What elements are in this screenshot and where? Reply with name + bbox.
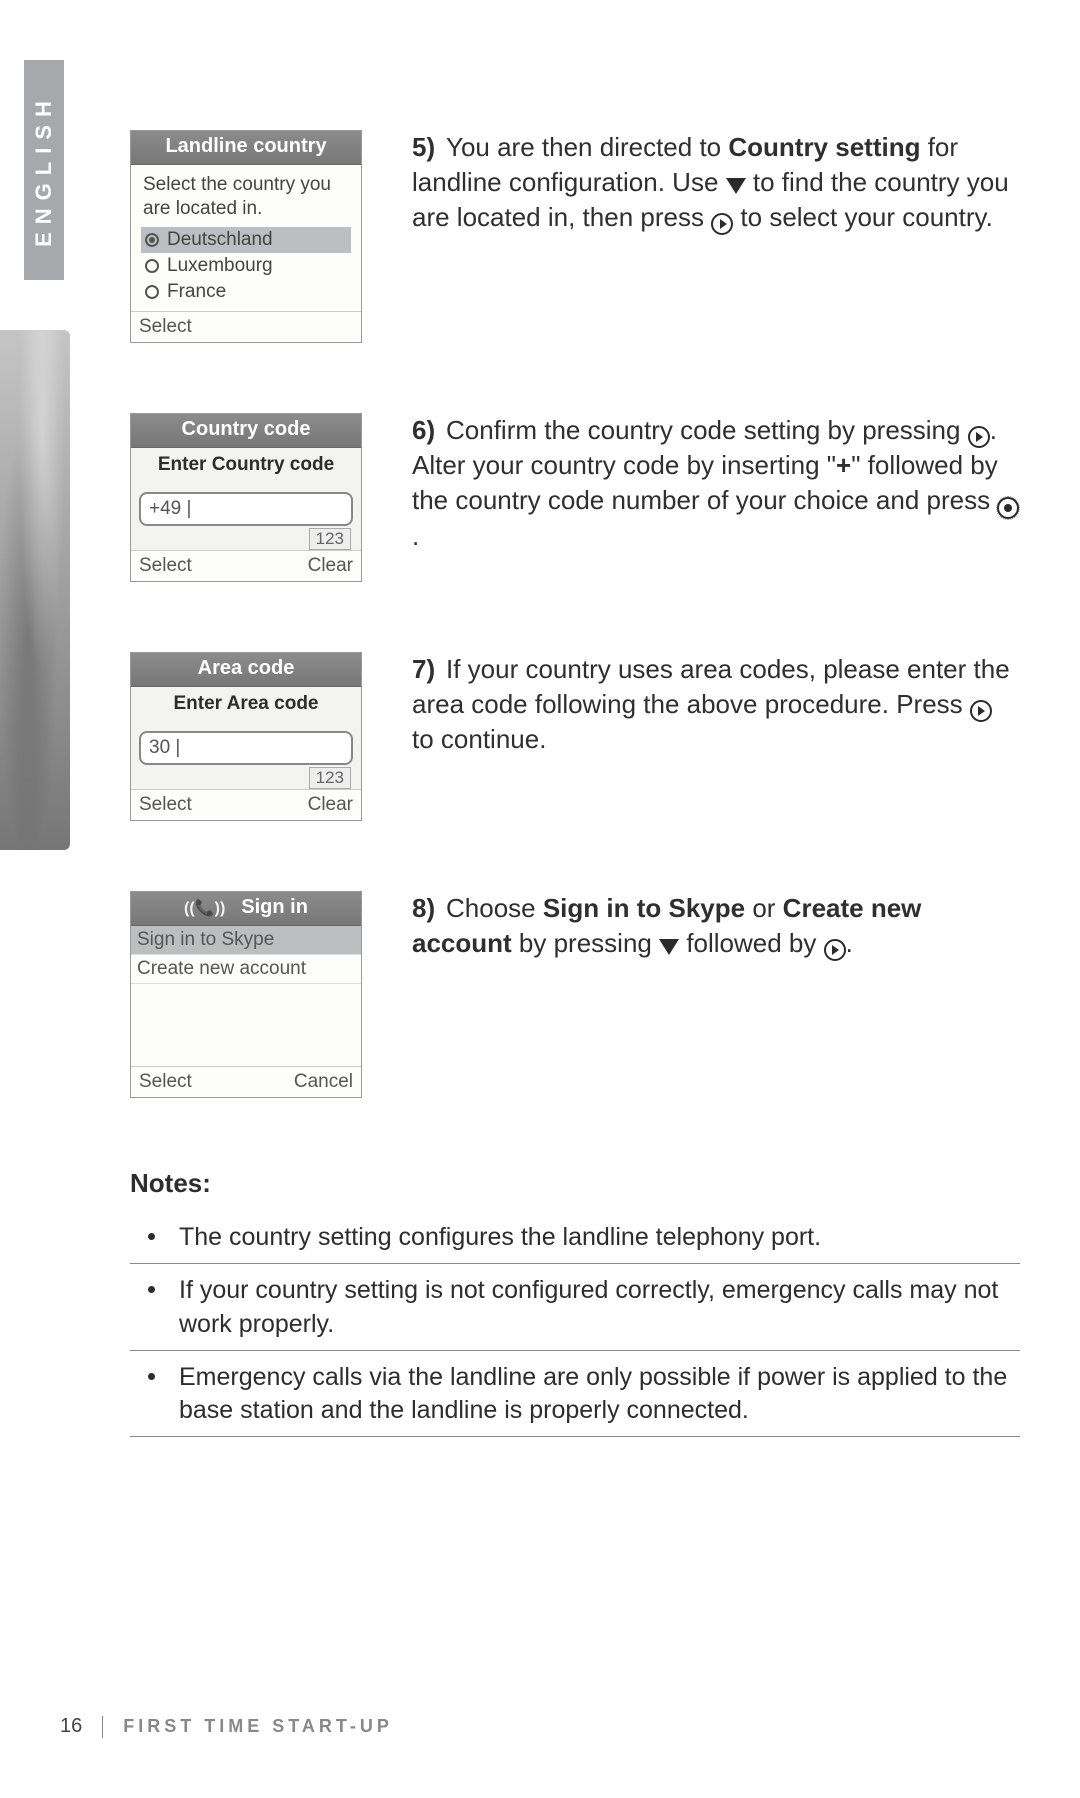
step-5-text: 5)You are then directed to Country setti…	[412, 130, 1020, 235]
step-5-row: Landline country Select the country you …	[130, 130, 1020, 343]
country-option-label: France	[167, 281, 226, 303]
country-option-label: Luxembourg	[167, 255, 273, 277]
signin-option-create[interactable]: Create new account	[131, 955, 361, 984]
step-8-text: 8)Choose Sign in to Skype or Create new …	[412, 891, 1020, 961]
country-code-input[interactable]: +49 |	[139, 492, 353, 526]
step-8-row: ((📞)) Sign in Sign in to Skype Create ne…	[130, 891, 1020, 1098]
step-7-row: Area code Enter Area code 30 | 123 Selec…	[130, 652, 1020, 821]
signin-option-skype[interactable]: Sign in to Skype	[131, 926, 361, 955]
area-code-input-wrap: 30 |	[131, 725, 361, 765]
step-number: 6)	[412, 413, 446, 448]
note-text: Emergency calls via the landline are onl…	[179, 1361, 1020, 1429]
softkey-select[interactable]: Select	[139, 316, 192, 338]
notes-section: Notes: The country setting configures th…	[130, 1168, 1020, 1437]
signin-title-bar: ((📞)) Sign in	[131, 892, 361, 926]
input-mode: 123	[131, 765, 361, 789]
decorative-photo	[0, 330, 70, 850]
country-code-title: Country code	[131, 414, 361, 448]
landline-intro: Select the country you are located in.	[139, 171, 353, 225]
radio-icon	[145, 285, 159, 299]
signin-screen: ((📞)) Sign in Sign in to Skype Create ne…	[130, 891, 362, 1098]
page-content: Landline country Select the country you …	[130, 130, 1020, 1437]
step-number: 8)	[412, 891, 446, 926]
sidebar: ENGLISH	[0, 0, 70, 1798]
down-triangle-icon	[659, 939, 679, 955]
country-radio-list: Deutschland Luxembourg France	[139, 225, 353, 307]
area-code-subtitle: Enter Area code	[131, 687, 361, 725]
note-item: The country setting configures the landl…	[130, 1211, 1020, 1264]
softkey-clear[interactable]: Clear	[308, 794, 353, 816]
notes-title: Notes:	[130, 1168, 1020, 1199]
softkey-select[interactable]: Select	[139, 1071, 192, 1093]
area-code-screen: Area code Enter Area code 30 | 123 Selec…	[130, 652, 362, 821]
country-option-label: Deutschland	[167, 229, 273, 251]
radio-icon	[145, 259, 159, 273]
nav-right-icon	[970, 700, 992, 722]
center-dot-icon	[997, 497, 1019, 519]
country-option-luxembourg[interactable]: Luxembourg	[141, 253, 351, 279]
radio-selected-icon	[145, 233, 159, 247]
language-label: ENGLISH	[31, 93, 57, 247]
note-item: Emergency calls via the landline are onl…	[130, 1351, 1020, 1438]
antenna-icon: ((📞))	[184, 898, 225, 918]
signin-softkeys: Select Cancel	[131, 1066, 361, 1097]
step-6-row: Country code Enter Country code +49 | 12…	[130, 413, 1020, 582]
note-text: The country setting configures the landl…	[179, 1221, 1020, 1255]
softkey-cancel[interactable]: Cancel	[294, 1071, 353, 1093]
bullet-icon	[148, 1233, 155, 1240]
landline-title: Landline country	[131, 131, 361, 165]
step-6-text: 6)Confirm the country code setting by pr…	[412, 413, 1020, 554]
area-code-input[interactable]: 30 |	[139, 731, 353, 765]
country-code-softkeys: Select Clear	[131, 550, 361, 581]
softkey-select[interactable]: Select	[139, 794, 192, 816]
landline-softkeys: Select	[131, 311, 361, 342]
signin-title: Sign in	[241, 896, 308, 919]
landline-body: Select the country you are located in. D…	[131, 165, 361, 311]
softkey-clear[interactable]: Clear	[308, 555, 353, 577]
nav-right-icon	[711, 213, 733, 235]
step-number: 5)	[412, 130, 446, 165]
nav-right-icon	[824, 939, 846, 961]
page-footer: 16 FIRST TIME START-UP	[60, 1715, 393, 1738]
step-number: 7)	[412, 652, 446, 687]
country-code-screen: Country code Enter Country code +49 | 12…	[130, 413, 362, 582]
language-tab: ENGLISH	[24, 60, 64, 280]
step-7-text: 7)If your country uses area codes, pleas…	[412, 652, 1020, 757]
note-item: If your country setting is not configure…	[130, 1264, 1020, 1351]
softkey-select[interactable]: Select	[139, 555, 192, 577]
bullet-icon	[148, 1286, 155, 1293]
page-number: 16	[60, 1715, 82, 1738]
landline-screen: Landline country Select the country you …	[130, 130, 362, 343]
signin-menu: Sign in to Skype Create new account	[131, 926, 361, 1066]
note-text: If your country setting is not configure…	[179, 1274, 1020, 1342]
area-code-softkeys: Select Clear	[131, 789, 361, 820]
country-code-input-wrap: +49 |	[131, 486, 361, 526]
footer-separator	[102, 1716, 103, 1738]
nav-right-icon	[968, 426, 990, 448]
input-mode: 123	[131, 526, 361, 550]
area-code-title: Area code	[131, 653, 361, 687]
country-option-france[interactable]: France	[141, 279, 351, 305]
section-title: FIRST TIME START-UP	[123, 1716, 393, 1737]
bullet-icon	[148, 1373, 155, 1380]
country-option-deutschland[interactable]: Deutschland	[141, 227, 351, 253]
down-triangle-icon	[726, 178, 746, 194]
country-code-subtitle: Enter Country code	[131, 448, 361, 486]
